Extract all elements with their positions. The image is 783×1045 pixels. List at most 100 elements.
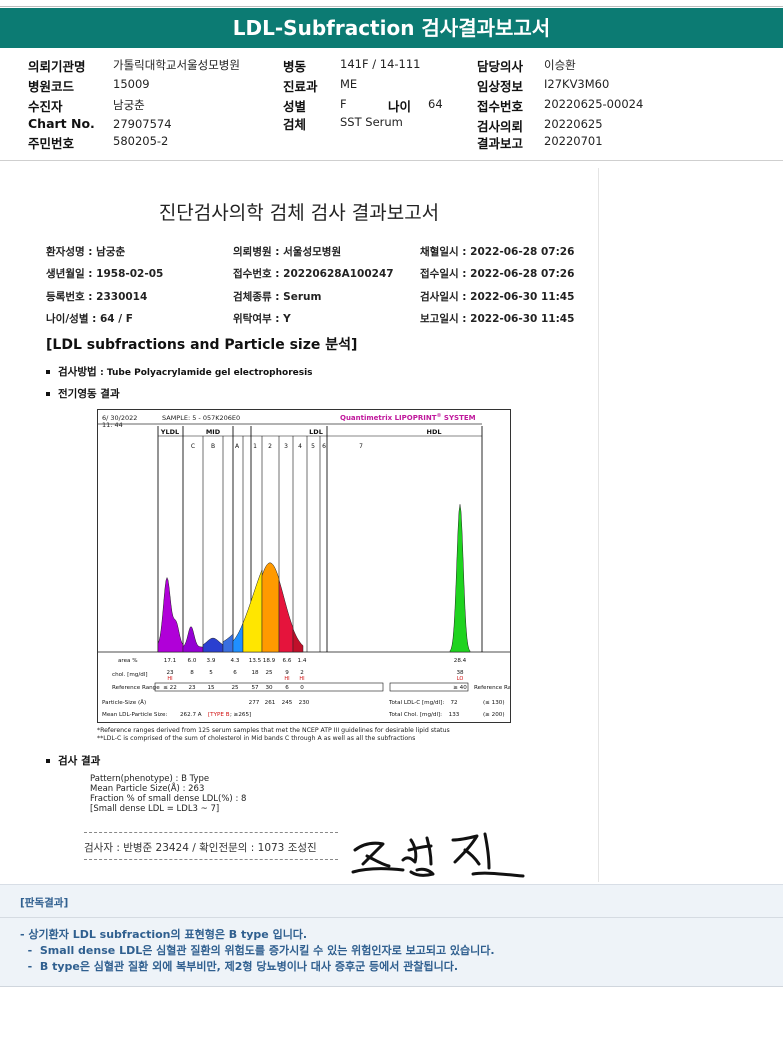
peak-segment: [157, 576, 184, 653]
value-ward: 141F / 14-111: [340, 57, 421, 71]
value-specimen: SST Serum: [340, 115, 403, 129]
specimen-type: 검체종류 : Serum: [233, 291, 322, 303]
requesting-hospital: 의뢰병원 : 서울성모병원: [233, 246, 342, 258]
label-report-date: 결과보고: [477, 136, 524, 151]
label-ward: 병동: [283, 59, 307, 74]
band-label: C: [191, 443, 195, 450]
particle-size-value: 245: [282, 700, 293, 706]
registration-number: 등록번호 : 2330014: [46, 291, 148, 303]
chart-svg: 6/ 30/2022 11: 44 SAMPLE: 5 - 057K206E0 …: [98, 413, 522, 718]
reference-value: ≤ 22: [163, 685, 177, 691]
note-1: *Reference ranges derived from 125 serum…: [97, 727, 450, 734]
band-label: 5: [311, 443, 315, 450]
hdl-area-value: 28.4: [454, 658, 467, 664]
chart-peaks: [157, 504, 471, 653]
chol-value: 6: [233, 670, 237, 676]
interpretation-heading: [판독결과]: [20, 897, 69, 909]
reference-value: 23: [188, 685, 196, 691]
particle-size-value: 277: [249, 700, 260, 706]
particle-size-value: 261: [265, 700, 276, 706]
chart-group-labels: YLDL MID LDL HDL: [160, 428, 442, 436]
reference-value: 25: [231, 685, 239, 691]
page-title: LDL-Subfraction 검사결과보고서: [0, 8, 783, 48]
band-label: 3: [284, 443, 288, 450]
row-label-reference-right: Reference Range: [474, 685, 510, 691]
chart-table: area % chol. [mg/dl] Reference Range Refere…: [102, 658, 522, 718]
peak-segment: [232, 622, 244, 653]
band-label: 1: [253, 443, 257, 450]
label-patient: 수진자: [28, 99, 63, 114]
order-header: 의뢰기관명 가톨릭대학교서울성모병원 병동 141F / 14-111 담당의사…: [0, 52, 783, 152]
result-label: 검사 결과: [58, 755, 101, 767]
label-requesting-institution: 의뢰기관명: [28, 59, 86, 74]
chol-value: 8: [190, 670, 194, 676]
group-label: HDL: [427, 428, 442, 436]
area-value: 13.5: [249, 658, 262, 664]
receipt-number: 접수번호 : 20220628A100247: [233, 268, 394, 280]
signature: [351, 832, 525, 878]
method-line: 검사방법 : Tube Polyacrylamide gel electroph…: [46, 364, 313, 379]
value-patient: 남궁춘: [113, 98, 145, 112]
value-requesting-institution: 가톨릭대학교서울성모병원: [113, 58, 240, 72]
area-value: 6.6: [283, 658, 292, 664]
reference-value: 30: [265, 685, 273, 691]
area-value: 6.0: [188, 658, 197, 664]
label-receipt-no: 접수번호: [477, 99, 524, 114]
checker-top-rule: [84, 832, 338, 833]
chol-value: 5: [209, 670, 213, 676]
row-label-mean-size: Mean LDL-Particle Size:: [102, 712, 167, 718]
peak-segment: [292, 628, 304, 653]
row-label-reference: Reference Range: [112, 685, 160, 691]
reference-notes: *Reference ranges derived from 125 serum…: [97, 727, 450, 742]
band-label: B: [211, 443, 215, 450]
chart-brand: Quantimetrix LIPOPRINT® SYSTEM: [340, 413, 476, 422]
collection-time: 채혈일시 : 2022-06-28 07:26: [420, 246, 575, 258]
result-mean-size: Mean Particle Size(Å) : 263: [90, 784, 205, 794]
report-title: 진단검사의학 검체 검사 결과보고서: [158, 202, 440, 224]
row-label-particle-size: Particle-Size (Å): [102, 699, 146, 706]
row-label-area: area %: [118, 658, 138, 664]
label-resident-no: 주민번호: [28, 136, 75, 151]
interpretation-line-3: - B type은 심혈관 질환 외에 복부비만, 제2형 당뇨병이나 대사 증…: [20, 960, 459, 973]
hdl-chol-flag: LO: [457, 676, 464, 682]
value-clinical-info: I27KV3M60: [544, 77, 610, 91]
peak-segment: [182, 626, 204, 653]
test-time: 검사일시 : 2022-06-30 11:45: [420, 291, 575, 303]
value-receipt-no: 20220625-00024: [544, 97, 644, 111]
group-label: MID: [206, 428, 221, 436]
chol-flag: HI: [284, 676, 289, 682]
mean-size-ref: ; ≥265]: [230, 712, 251, 718]
interpretation-line-2: - Small dense LDL은 심혈관 질환의 위험도를 증가시킬 수 있…: [20, 944, 495, 957]
total-chol-ref: (≥ 200): [483, 712, 505, 718]
chol-flag: HI: [167, 676, 172, 682]
reference-value: 0: [300, 685, 304, 691]
bullet-icon: [46, 759, 50, 763]
patient-name: 환자성명 : 남궁춘: [46, 246, 126, 258]
outsourced: 위탁여부 : Y: [233, 313, 291, 325]
value-chart-no: 27907574: [113, 117, 172, 131]
interpretation-line-1: - 상기환자 LDL subfraction의 표현형은 B type 입니다.: [20, 928, 308, 941]
chart-band-labels: C B A 1 2 3 4 56 7: [191, 443, 363, 450]
interpretation-divider: [0, 917, 783, 918]
value-hospital-code: 15009: [113, 77, 150, 91]
mean-size-type: [TYPE B: [208, 712, 230, 718]
result-line: 검사 결과: [46, 753, 100, 768]
value-age: 64: [428, 97, 443, 111]
peak-segment: [261, 562, 280, 653]
label-chart-no: Chart No.: [28, 116, 95, 131]
label-sex: 성별: [283, 99, 307, 114]
label-specimen: 검체: [283, 117, 307, 132]
area-value: 18.9: [263, 658, 276, 664]
label-age: 나이: [388, 99, 412, 114]
total-ldl-value: 72: [450, 700, 457, 706]
result-fraction: Fraction % of small dense LDL(%) : 8: [90, 794, 247, 804]
row-label-chol: chol. [mg/dl]: [112, 672, 148, 678]
area-value: 17.1: [164, 658, 177, 664]
chol-flag: HI: [299, 676, 304, 682]
band-label: 2: [268, 443, 272, 450]
age-sex: 나이/성별 : 64 / F: [46, 313, 133, 325]
mean-size-value: 262.7 A: [180, 712, 202, 718]
chart-static-lines: [98, 426, 510, 653]
label-hospital-code: 병원코드: [28, 79, 75, 94]
value-report-date: 20220701: [544, 134, 603, 148]
